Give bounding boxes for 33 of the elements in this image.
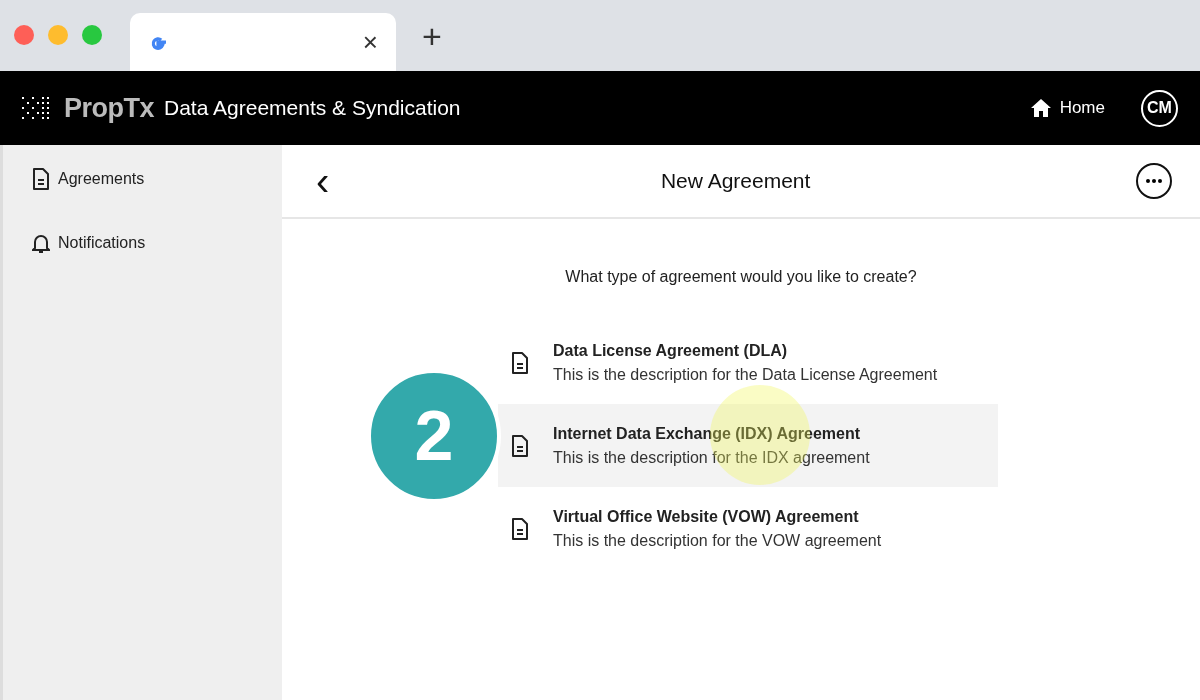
back-button[interactable]: ‹: [310, 161, 336, 201]
sidebar-item[interactable]: Notifications: [3, 227, 282, 259]
document-icon: [511, 517, 529, 540]
close-window-button[interactable]: [14, 24, 34, 45]
document-icon: [511, 434, 529, 457]
app-title: Data Agreements & Syndication: [164, 95, 461, 122]
agreement-option[interactable]: Internet Data Exchange (IDX) Agreement This is the description for the IDX agreement: [498, 404, 998, 487]
option-description: This is the description for the Data License Agreement: [553, 364, 938, 385]
document-icon: [511, 351, 529, 374]
user-avatar[interactable]: CM: [1141, 89, 1178, 127]
page-title: New Agreement: [659, 168, 812, 194]
minimize-window-button[interactable]: [48, 24, 68, 45]
option-description: This is the description for the IDX agreement: [553, 447, 870, 468]
option-description: This is the description for the VOW agreement: [553, 530, 882, 551]
agreement-option[interactable]: Virtual Office Website (VOW) Agreement This is the description for the VOW agreement: [498, 487, 998, 570]
option-title: Data License Agreement (DLA): [553, 341, 788, 359]
question-text: What type of agreement would you like to create?: [564, 267, 918, 287]
bell-icon: [32, 232, 50, 254]
new-tab-button[interactable]: +: [422, 18, 442, 53]
dot-grid-logo-icon: [22, 96, 52, 120]
home-link[interactable]: Home: [1029, 95, 1105, 121]
maximize-window-button[interactable]: [82, 24, 102, 45]
brand-logo: PropTx: [64, 91, 154, 125]
option-title: Virtual Office Website (VOW) Agreement: [553, 507, 859, 525]
close-tab-button[interactable]: ×: [362, 29, 378, 55]
home-icon: [1029, 98, 1052, 118]
ellipsis-icon: [1145, 179, 1163, 183]
document-icon: [32, 168, 50, 190]
browser-tab[interactable]: ×: [130, 13, 396, 71]
sidebar-item[interactable]: Agreements: [3, 163, 282, 195]
agreement-option[interactable]: Data License Agreement (DLA) This is the description for the Data License Agreement: [498, 321, 998, 404]
option-title: Internet Data Exchange (IDX) Agreement: [553, 424, 861, 442]
more-options-button[interactable]: [1136, 163, 1172, 199]
